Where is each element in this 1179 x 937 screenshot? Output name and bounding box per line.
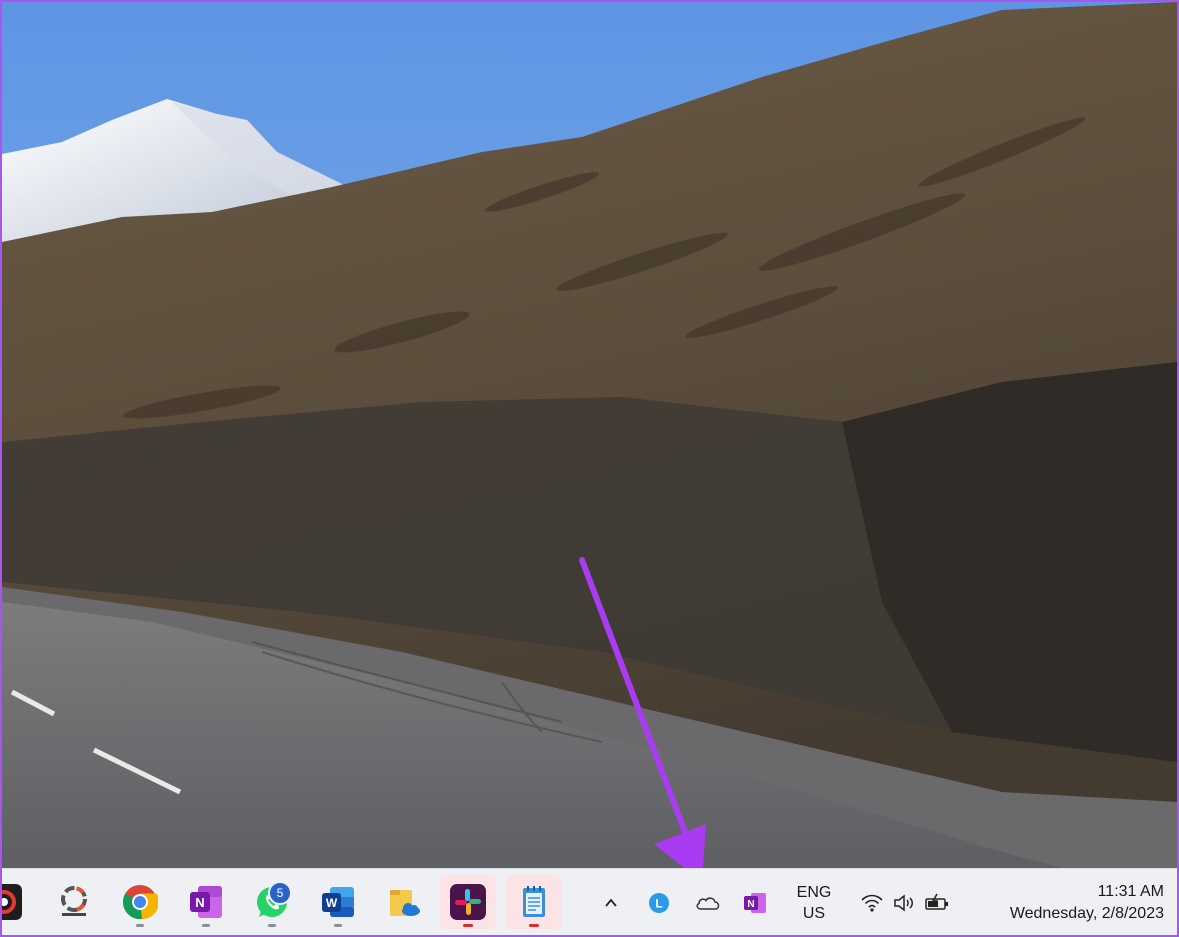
slack-icon [450,884,486,920]
clock[interactable]: 11:31 AM Wednesday, 2/8/2023 [968,869,1164,935]
quick-settings-button[interactable] [850,869,960,935]
taskbar-app-chrome[interactable] [112,875,168,929]
chevron-up-icon [605,898,617,907]
running-indicator [202,924,210,927]
word-icon: W [322,887,354,917]
running-indicator [334,924,342,927]
l-app-icon: L [649,892,669,913]
running-indicator [463,924,473,927]
wallpaper-image [2,2,1177,868]
taskbar-app-slack[interactable] [440,875,496,929]
running-indicator [268,924,276,927]
svg-text:N: N [747,899,754,910]
taskbar-app-whatsapp[interactable]: 5 [244,875,300,929]
region-label: US [802,904,826,922]
svg-text:N: N [195,895,204,910]
volume-icon [894,893,913,912]
svg-text:L: L [655,896,662,910]
language-indicator[interactable]: ENG US [784,869,844,935]
notepad-icon [523,886,545,917]
record-icon [2,884,22,920]
wifi-icon [861,894,883,912]
tray-onenote[interactable]: N [738,869,772,935]
onenote-tray-icon: N [744,892,766,913]
onenote-icon: N [190,886,222,918]
photoscape-icon [61,886,87,916]
time-label: 11:31 AM [1097,882,1164,900]
chrome-icon [123,885,158,920]
taskbar-app-photoscape[interactable] [46,875,102,929]
date-label: Wednesday, 2/8/2023 [1009,904,1164,922]
taskbar-app-recording[interactable] [2,875,32,929]
running-indicator [529,924,539,927]
battery-charging-icon [925,893,948,910]
taskbar: N 5 W L N ENG US 11:31 AM Wednesday, 2/8… [2,868,1177,935]
notification-badge: 5 [268,881,292,905]
running-indicator [136,924,144,927]
taskbar-app-word[interactable]: W [310,875,366,929]
screen-frame: N 5 W L N ENG US 11:31 AM Wednesday, 2/8… [0,0,1179,937]
onedrive-cloud-icon [696,897,720,910]
show-hidden-icons-button[interactable] [594,869,628,935]
folder-cloud-icon [390,890,420,916]
desktop-wallpaper [2,2,1177,868]
tray-onedrive[interactable] [690,869,726,935]
taskbar-app-file-explorer[interactable] [376,875,432,929]
taskbar-app-notepad[interactable] [506,875,562,929]
language-label: ENG [796,883,832,901]
svg-text:W: W [326,896,338,910]
tray-app-l[interactable]: L [642,869,676,935]
taskbar-app-onenote[interactable]: N [178,875,234,929]
